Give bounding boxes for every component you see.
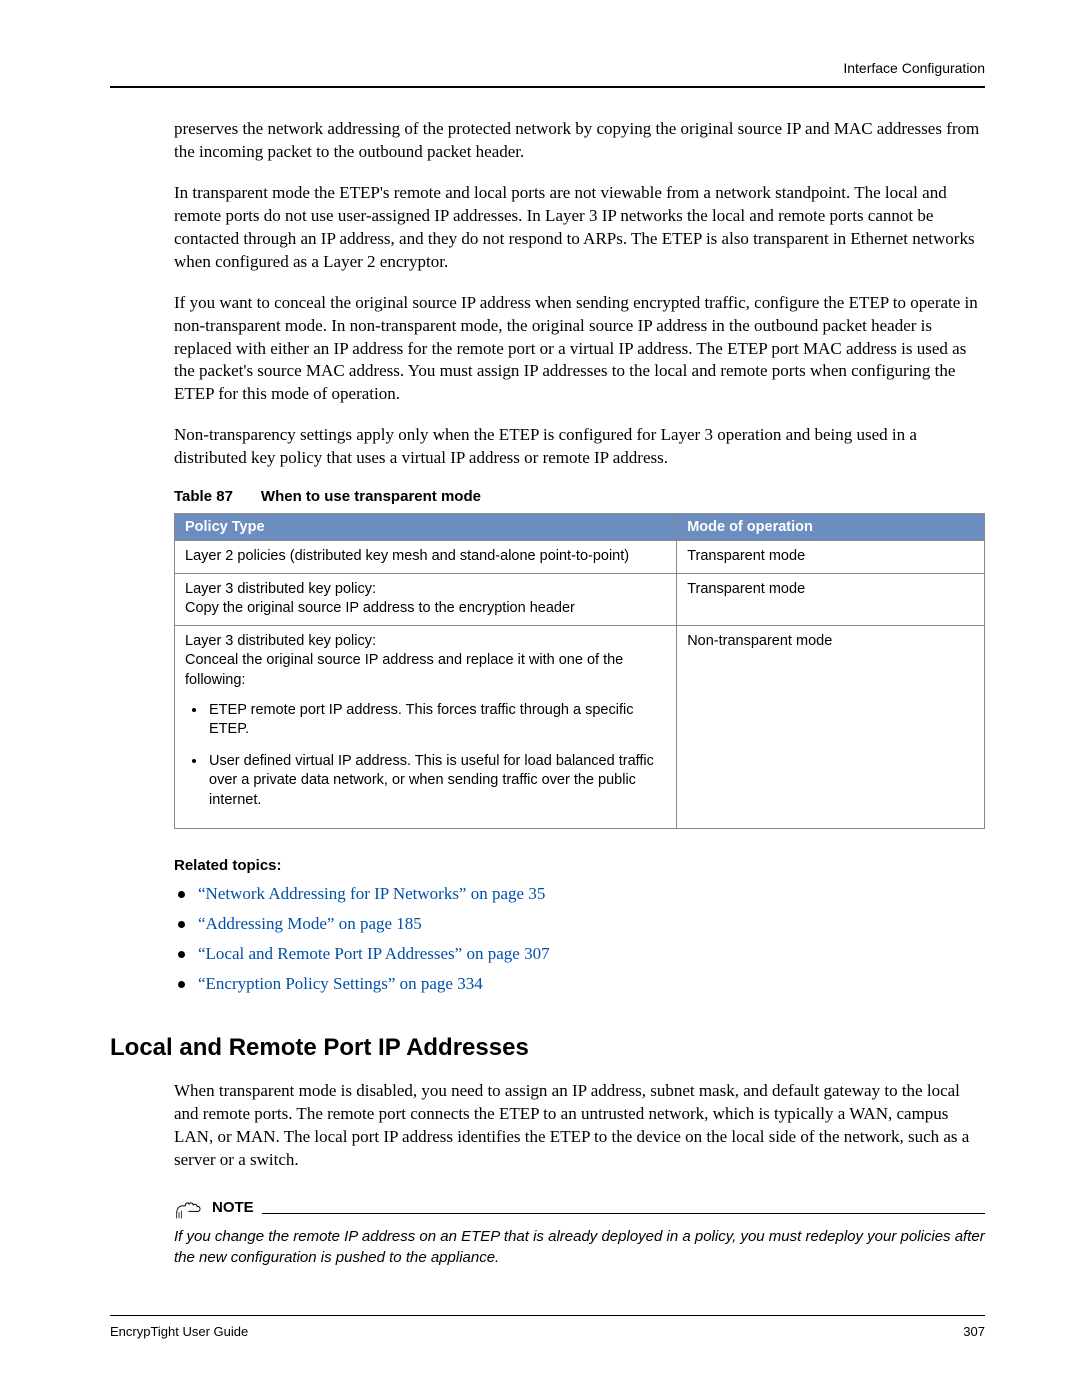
table-row: Layer 2 policies (distributed key mesh a… bbox=[175, 541, 985, 574]
related-topics-list: “Network Addressing for IP Networks” on … bbox=[174, 884, 985, 994]
table-caption: Table 87 When to use transparent mode bbox=[174, 488, 985, 505]
cell-policy: Layer 2 policies (distributed key mesh a… bbox=[175, 541, 677, 574]
table-header-policy: Policy Type bbox=[175, 514, 677, 541]
related-topics-heading: Related topics: bbox=[174, 857, 985, 874]
table-row: Layer 3 distributed key policy: Copy the… bbox=[175, 573, 985, 625]
cell-mode: Non-transparent mode bbox=[677, 625, 985, 829]
cell-intro: Layer 3 distributed key policy: Conceal … bbox=[185, 632, 666, 691]
note-header: NOTE bbox=[174, 1198, 985, 1220]
related-topic-item: “Addressing Mode” on page 185 bbox=[174, 914, 985, 934]
header-rule bbox=[110, 86, 985, 88]
related-topic-item: “Network Addressing for IP Networks” on … bbox=[174, 884, 985, 904]
cell-bullet-list: ETEP remote port IP address. This forces… bbox=[207, 701, 666, 811]
cell-mode: Transparent mode bbox=[677, 541, 985, 574]
cell-mode: Transparent mode bbox=[677, 573, 985, 625]
note-text: If you change the remote IP address on a… bbox=[174, 1226, 985, 1268]
table-title: When to use transparent mode bbox=[261, 488, 481, 505]
footer-doc-title: EncrypTight User Guide bbox=[110, 1324, 248, 1339]
related-topic-link[interactable]: “Local and Remote Port IP Addresses” on … bbox=[198, 944, 550, 963]
table-row: Layer 3 distributed key policy: Conceal … bbox=[175, 625, 985, 829]
body-paragraph: When transparent mode is disabled, you n… bbox=[174, 1080, 985, 1172]
body-paragraph: In transparent mode the ETEP's remote an… bbox=[174, 182, 985, 274]
related-topic-item: “Encryption Policy Settings” on page 334 bbox=[174, 974, 985, 994]
cell-bullet: ETEP remote port IP address. This forces… bbox=[207, 701, 666, 740]
body-paragraph: Non-transparency settings apply only whe… bbox=[174, 424, 985, 470]
related-topic-link[interactable]: “Addressing Mode” on page 185 bbox=[198, 914, 422, 933]
body-paragraph: preserves the network addressing of the … bbox=[174, 118, 985, 164]
footer-page-number: 307 bbox=[963, 1324, 985, 1339]
page-header-section: Interface Configuration bbox=[110, 60, 985, 76]
note-rule bbox=[262, 1213, 985, 1214]
cell-bullet: User defined virtual IP address. This is… bbox=[207, 752, 666, 811]
cell-policy: Layer 3 distributed key policy: Copy the… bbox=[175, 573, 677, 625]
note-label: NOTE bbox=[212, 1199, 254, 1220]
table-number: Table 87 bbox=[174, 488, 233, 505]
page-footer: EncrypTight User Guide 307 bbox=[110, 1315, 985, 1339]
section-heading: Local and Remote Port IP Addresses bbox=[110, 1034, 985, 1062]
note-box: NOTE If you change the remote IP address… bbox=[174, 1198, 985, 1268]
body-paragraph: If you want to conceal the original sour… bbox=[174, 292, 985, 407]
related-topic-link[interactable]: “Network Addressing for IP Networks” on … bbox=[198, 884, 545, 903]
footer-rule bbox=[110, 1315, 985, 1316]
cell-policy: Layer 3 distributed key policy: Conceal … bbox=[175, 625, 677, 829]
related-topic-item: “Local and Remote Port IP Addresses” on … bbox=[174, 944, 985, 964]
note-hand-icon bbox=[174, 1198, 206, 1220]
transparent-mode-table: Policy Type Mode of operation Layer 2 po… bbox=[174, 513, 985, 829]
table-header-mode: Mode of operation bbox=[677, 514, 985, 541]
related-topic-link[interactable]: “Encryption Policy Settings” on page 334 bbox=[198, 974, 483, 993]
